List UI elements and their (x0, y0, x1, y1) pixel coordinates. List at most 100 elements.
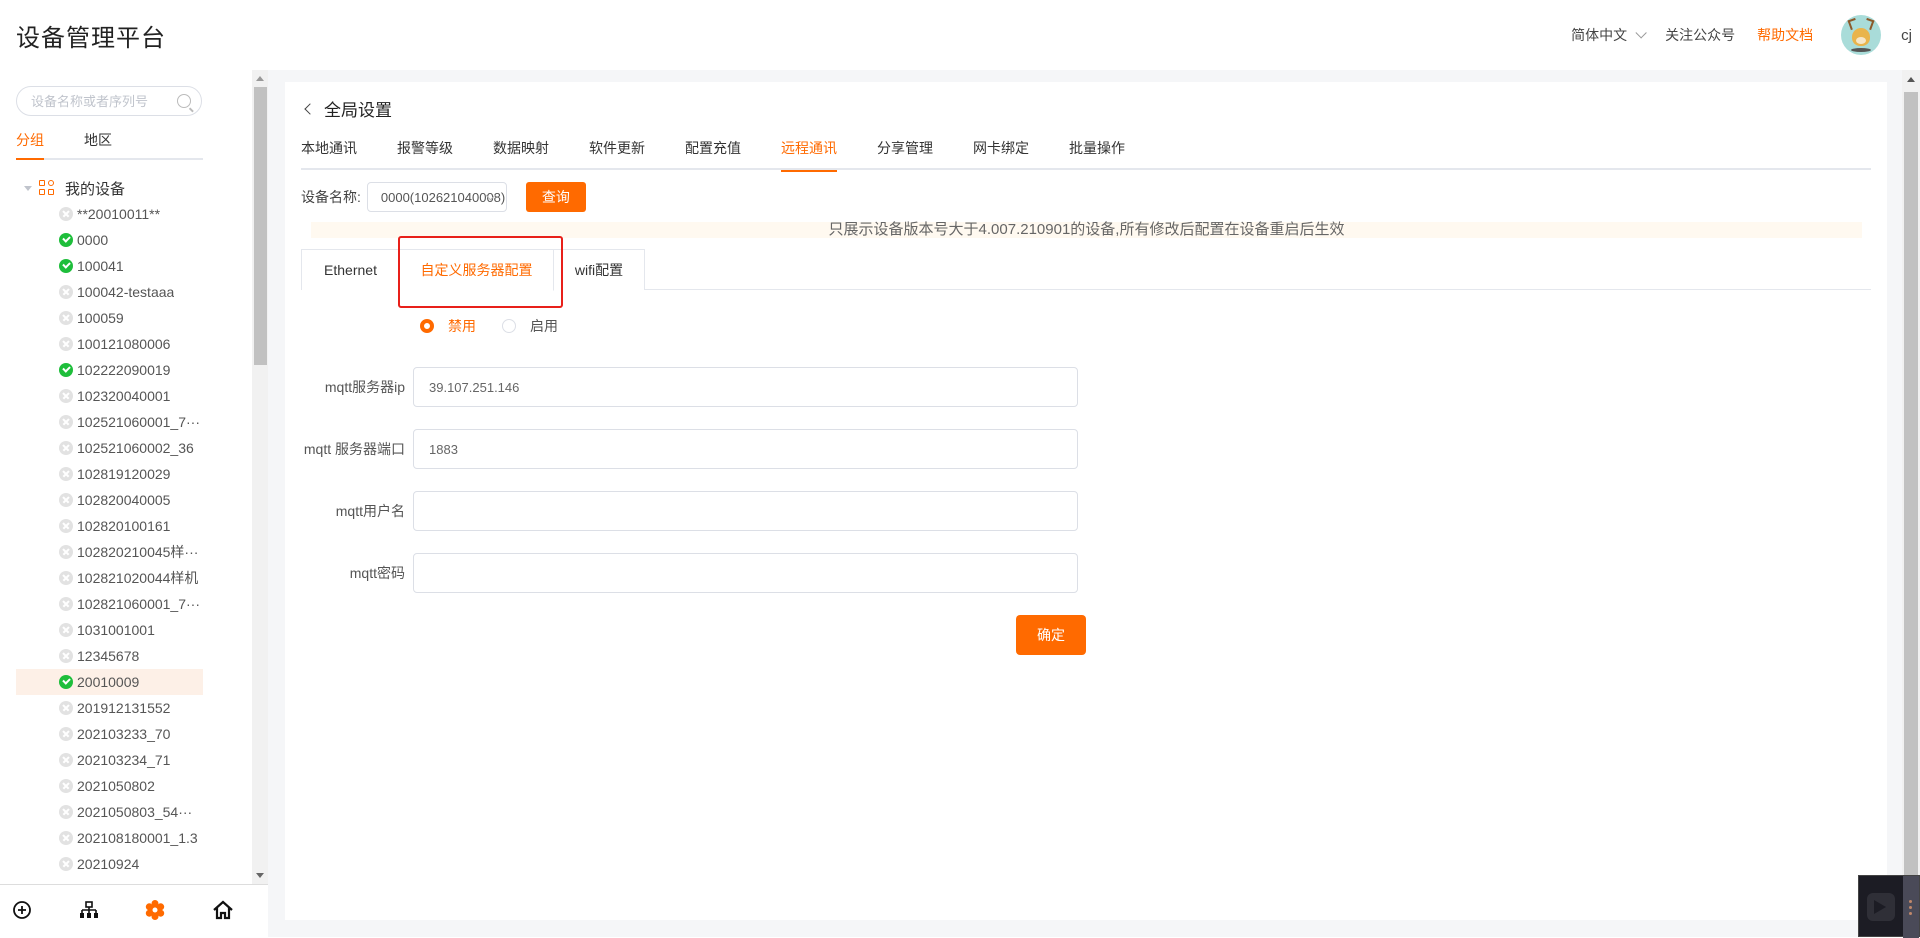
follow-link[interactable]: 关注公众号 (1665, 25, 1735, 45)
mqtt-password-input[interactable] (413, 553, 1078, 593)
query-button[interactable]: 查询 (525, 182, 586, 212)
radio-enable[interactable]: 启用 (502, 316, 558, 336)
back-button[interactable]: 全局设置 (303, 96, 392, 121)
device-list-item[interactable]: 12345678 (16, 643, 203, 669)
mqtt-port-input[interactable] (413, 429, 1078, 469)
tab-share-management[interactable]: 分享管理 (877, 138, 933, 170)
device-list-item[interactable]: 102820210045样··· (16, 539, 203, 565)
main-scrollbar[interactable] (1902, 70, 1920, 937)
device-list-item[interactable]: **20010011** (16, 201, 203, 227)
tab-local-comm[interactable]: 本地通讯 (301, 138, 357, 170)
radio-disable[interactable]: 禁用 (420, 316, 476, 336)
device-name: 102820210045样··· (77, 544, 199, 560)
tab-software-update[interactable]: 软件更新 (589, 138, 645, 170)
device-select[interactable]: 0000(102621040008) (366, 182, 507, 212)
avatar[interactable] (1841, 15, 1882, 55)
device-list-item[interactable]: 202103234_71 (16, 747, 203, 773)
scroll-up-icon[interactable] (256, 76, 264, 81)
device-list-item[interactable]: 102820040005 (16, 487, 203, 513)
device-name: 202108180001_1.3 (77, 830, 198, 846)
tree-root-my-devices[interactable]: 我的设备 (16, 175, 203, 201)
tab-alarm-level[interactable]: 报警等级 (397, 138, 453, 170)
device-list-item[interactable]: 102521060001_7··· (16, 409, 203, 435)
media-widget-icon[interactable] (1867, 893, 1895, 921)
scrollbar-thumb[interactable] (254, 87, 267, 365)
scrollbar-thumb[interactable] (1904, 92, 1918, 937)
device-name: 2021050802 (77, 778, 155, 794)
offline-x-icon (59, 337, 73, 351)
device-list-item[interactable]: 0000 (16, 227, 203, 253)
device-list-item[interactable]: 20210924 (16, 851, 203, 875)
device-list-item[interactable]: 102819120029 (16, 461, 203, 487)
device-list-item[interactable]: 100041 (16, 253, 203, 279)
tab-active-indicator (16, 158, 44, 160)
device-name: 102819120029 (77, 466, 171, 482)
device-list-item[interactable]: 2021050803_54··· (16, 799, 203, 825)
device-list-item[interactable]: 201912131552 (16, 695, 203, 721)
language-select[interactable]: 简体中文 (1571, 25, 1647, 45)
offline-x-icon (59, 857, 73, 871)
username[interactable]: cj (1901, 27, 1912, 44)
tab-batch-operation[interactable]: 批量操作 (1069, 138, 1125, 170)
device-list-item[interactable]: 102821020044样机 (16, 565, 203, 591)
sidebar: 分组 地区 我的设备 **20010011** 0000 100041 100042-… (0, 70, 268, 937)
offline-x-icon (59, 649, 73, 663)
device-list-item[interactable]: 102222090019 (16, 357, 203, 383)
device-search-input[interactable] (31, 93, 171, 109)
online-check-icon (59, 675, 73, 689)
radio-disable-label: 禁用 (448, 318, 476, 334)
subtab-custom-server[interactable]: 自定义服务器配置 (399, 249, 554, 291)
tab-region[interactable]: 地区 (84, 130, 152, 158)
help-docs-link[interactable]: 帮助文档 (1757, 25, 1813, 45)
device-name: 2021050803_54··· (77, 804, 193, 820)
tab-group[interactable]: 分组 (16, 130, 84, 158)
tab-remote-comm[interactable]: 远程通讯 (781, 138, 837, 172)
search-icon[interactable] (177, 94, 191, 108)
device-list-item[interactable]: 20010009 (16, 669, 203, 695)
mqtt-ip-input[interactable] (413, 367, 1078, 407)
device-list-item[interactable]: 100121080006 (16, 331, 203, 357)
device-list-item[interactable]: 102820100161 (16, 513, 203, 539)
offline-x-icon (59, 779, 73, 793)
scroll-down-icon[interactable] (256, 873, 264, 878)
device-name: 102821060001_7··· (77, 596, 200, 612)
mqtt-username-input[interactable] (413, 491, 1078, 531)
device-name: 102521060002_36 (77, 440, 194, 456)
device-list-item[interactable]: 100042-testaaa (16, 279, 203, 305)
device-list-item[interactable]: 100059 (16, 305, 203, 331)
radio-dot[interactable] (502, 319, 516, 333)
device-list-item[interactable]: 102320040001 (16, 383, 203, 409)
tab-data-mapping[interactable]: 数据映射 (493, 138, 549, 170)
device-list-item[interactable]: 202103233_70 (16, 721, 203, 747)
mqtt-username-label: mqtt用户名 (335, 503, 405, 519)
app-title: 设备管理平台 (16, 25, 166, 52)
device-list-item[interactable]: 1031001001 (16, 617, 203, 643)
device-name: **20010011** (77, 206, 161, 222)
device-name: 100041 (77, 258, 124, 274)
confirm-button[interactable]: 确定 (1016, 615, 1086, 655)
subtab-ethernet[interactable]: Ethernet (301, 249, 400, 290)
device-list-item[interactable]: 102521060002_36 (16, 435, 203, 461)
tab-nic-binding[interactable]: 网卡绑定 (973, 138, 1029, 170)
device-search[interactable] (16, 86, 202, 116)
device-name: 102820040005 (77, 492, 171, 508)
device-name: 102521060001_7··· (77, 414, 200, 430)
device-list-item[interactable]: 102821060001_7··· (16, 591, 203, 617)
offline-x-icon (59, 311, 73, 325)
home-icon[interactable] (212, 899, 234, 921)
caret-down-icon[interactable] (24, 185, 32, 191)
offline-x-icon (59, 467, 73, 481)
tab-config-recharge[interactable]: 配置充值 (685, 138, 741, 170)
widget-menu-handle[interactable] (1903, 876, 1919, 938)
device-list-item[interactable]: 2021050802 (16, 773, 203, 799)
sidebar-scrollbar[interactable] (252, 70, 268, 884)
device-list-item[interactable]: 202108180001_1.3 (16, 825, 203, 851)
settings-flower-icon[interactable] (144, 899, 166, 921)
subtab-wifi[interactable]: wifi配置 (553, 249, 645, 290)
radio-dot[interactable] (420, 319, 434, 333)
add-circle-icon[interactable] (11, 899, 33, 921)
scroll-up-icon[interactable] (1907, 77, 1915, 82)
floating-widget[interactable] (1858, 875, 1920, 938)
device-tree: 我的设备 **20010011** 0000 100041 100042-testaa… (16, 175, 203, 875)
org-tree-icon[interactable] (78, 899, 100, 921)
